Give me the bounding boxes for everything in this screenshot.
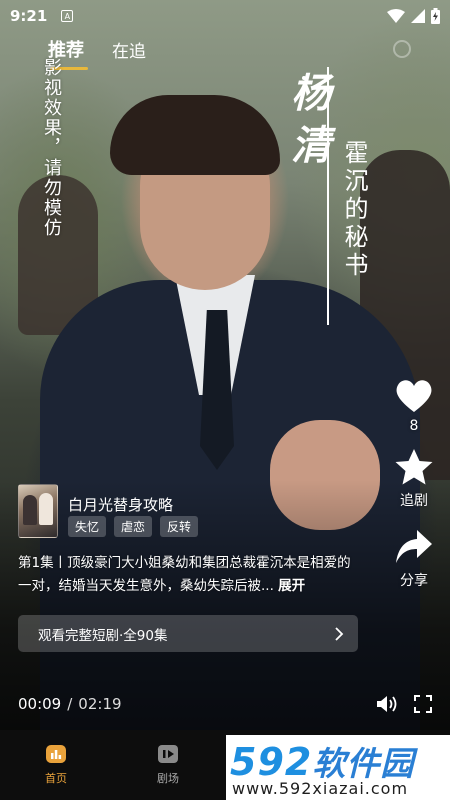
status-icons <box>387 8 440 24</box>
star-icon <box>395 449 433 485</box>
current-time: 00:09 <box>18 695 62 713</box>
top-tabs: 推荐 在追 <box>48 36 146 70</box>
tag[interactable]: 虐恋 <box>114 516 153 537</box>
like-button[interactable]: 8 <box>394 378 434 434</box>
signal-icon <box>411 9 425 23</box>
battery-icon <box>431 8 440 24</box>
character-role: 霍沉的秘书 <box>340 140 368 280</box>
player-controls: 00:09 / 02:19 <box>0 688 450 720</box>
drama-tags: 失忆 虐恋 反转 <box>68 516 199 537</box>
watch-full-label: 观看完整短剧·全90集 <box>38 627 168 644</box>
notification-badge-icon: A <box>61 10 74 22</box>
actor-hair <box>110 95 280 175</box>
status-bar: 9:21 A <box>0 0 450 32</box>
expand-button[interactable]: 展开 <box>278 578 305 594</box>
poster-figure <box>23 495 37 525</box>
nav-theater[interactable]: 剧场 <box>112 730 224 800</box>
share-icon <box>396 530 432 563</box>
tag[interactable]: 失忆 <box>68 516 107 537</box>
nav-home[interactable]: 首页 <box>0 730 112 800</box>
nav-theater-label: 剧场 <box>157 772 179 785</box>
name-card-dot <box>302 76 306 80</box>
status-time: 9:21 <box>10 7 48 25</box>
heart-icon <box>396 380 432 412</box>
share-label: 分享 <box>400 573 428 589</box>
action-column: 8 追剧 分享 <box>392 378 436 590</box>
home-icon <box>46 745 66 763</box>
safety-warning: 影视效果，请勿模仿 <box>41 58 62 238</box>
follow-drama-button[interactable]: 追剧 <box>394 448 434 510</box>
logo-name: 软件园 <box>312 744 415 783</box>
watch-full-drama-button[interactable]: 观看完整短剧·全90集 <box>18 615 358 652</box>
fullscreen-icon[interactable] <box>414 695 432 713</box>
name-card-divider <box>327 67 329 325</box>
drama-title[interactable]: 白月光替身攻略 <box>68 494 173 515</box>
site-watermark-logo: 592软件园 www.592xiazai.com <box>226 735 450 800</box>
chevron-right-icon <box>335 626 344 641</box>
poster-figure <box>39 493 53 525</box>
theater-icon <box>158 745 178 763</box>
tab-following[interactable]: 在追 <box>112 37 146 62</box>
tag[interactable]: 反转 <box>160 516 199 537</box>
logo-url: www.592xiazai.com <box>232 779 409 798</box>
like-count: 8 <box>409 418 419 434</box>
logo-brand: 592软件园 <box>230 737 414 785</box>
share-button[interactable]: 分享 <box>395 528 433 590</box>
volume-icon[interactable] <box>376 695 398 713</box>
total-time: 02:19 <box>78 695 122 713</box>
wifi-icon <box>387 9 405 23</box>
time-separator: / <box>67 695 73 713</box>
logo-number: 592 <box>230 740 313 784</box>
search-icon[interactable] <box>393 40 411 58</box>
episode-description: 第1集丨顶级豪门大小姐桑幼和集团总裁霍沉本是相爱的一对，结婚当天发生意外，桑幼失… <box>18 552 363 598</box>
drama-poster[interactable] <box>18 484 58 538</box>
follow-label: 追剧 <box>400 493 428 509</box>
nav-home-label: 首页 <box>45 772 67 785</box>
